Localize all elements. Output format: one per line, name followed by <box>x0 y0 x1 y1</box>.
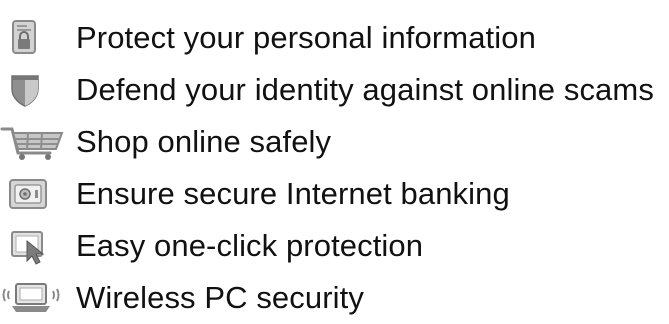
feature-item-secure-banking: Ensure secure Internet banking <box>0 168 669 220</box>
feature-item-wireless: Wireless PC security <box>0 272 669 324</box>
shield-icon <box>0 71 66 109</box>
wireless-laptop-icon <box>0 279 66 317</box>
safe-vault-icon <box>0 175 66 213</box>
feature-label: Defend your identity against online scam… <box>76 72 654 107</box>
feature-label: Wireless PC security <box>76 280 364 315</box>
feature-label: Easy one-click protection <box>76 228 424 263</box>
feature-list: Protect your personal information Defend… <box>0 0 669 318</box>
feature-label: Ensure secure Internet banking <box>76 176 510 211</box>
cursor-click-icon <box>0 227 66 265</box>
feature-label: Shop online safely <box>76 124 332 159</box>
feature-item-defend-identity: Defend your identity against online scam… <box>0 64 669 116</box>
feature-item-protect-info: Protect your personal information <box>0 12 669 64</box>
document-lock-icon <box>0 19 66 57</box>
shopping-cart-icon <box>0 123 66 161</box>
feature-item-shop-safely: Shop online safely <box>0 116 669 168</box>
feature-label: Protect your personal information <box>76 20 536 55</box>
feature-item-one-click: Easy one-click protection <box>0 220 669 272</box>
